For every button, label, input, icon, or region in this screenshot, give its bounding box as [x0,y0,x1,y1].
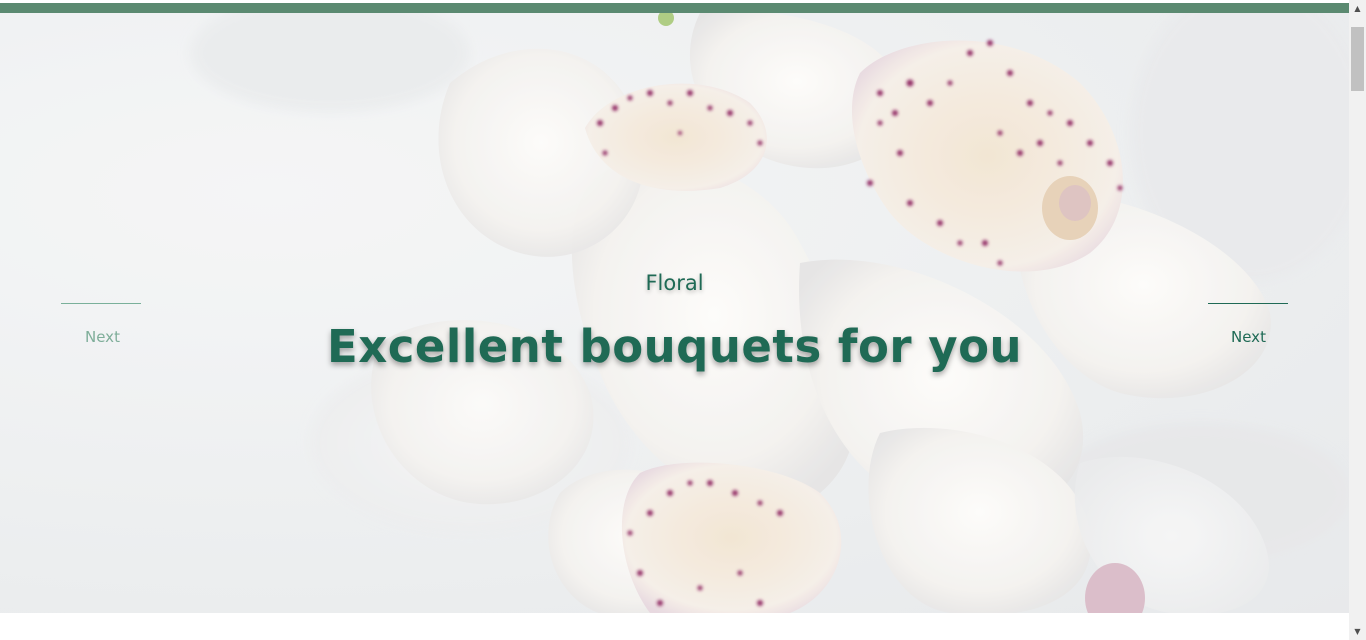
slider-prev-line [61,303,141,304]
orchid-background-image [0,13,1349,613]
hero-eyebrow: Floral [645,271,704,295]
slider-next-button[interactable]: Next [1231,328,1266,346]
page-content-area [0,613,1349,640]
vertical-scrollbar[interactable]: ▲ ▼ [1349,0,1366,640]
hero-slider: Floral Excellent bouquets for you Next N… [0,13,1349,613]
hero-headline: Excellent bouquets for you [326,320,1023,373]
slider-next-line [1208,303,1288,304]
scroll-up-arrow-icon[interactable]: ▲ [1349,0,1366,17]
accent-bar [0,3,1349,13]
slider-prev-button[interactable]: Next [85,328,120,346]
scroll-down-arrow-icon[interactable]: ▼ [1349,623,1366,640]
scrollbar-thumb[interactable] [1351,27,1364,91]
